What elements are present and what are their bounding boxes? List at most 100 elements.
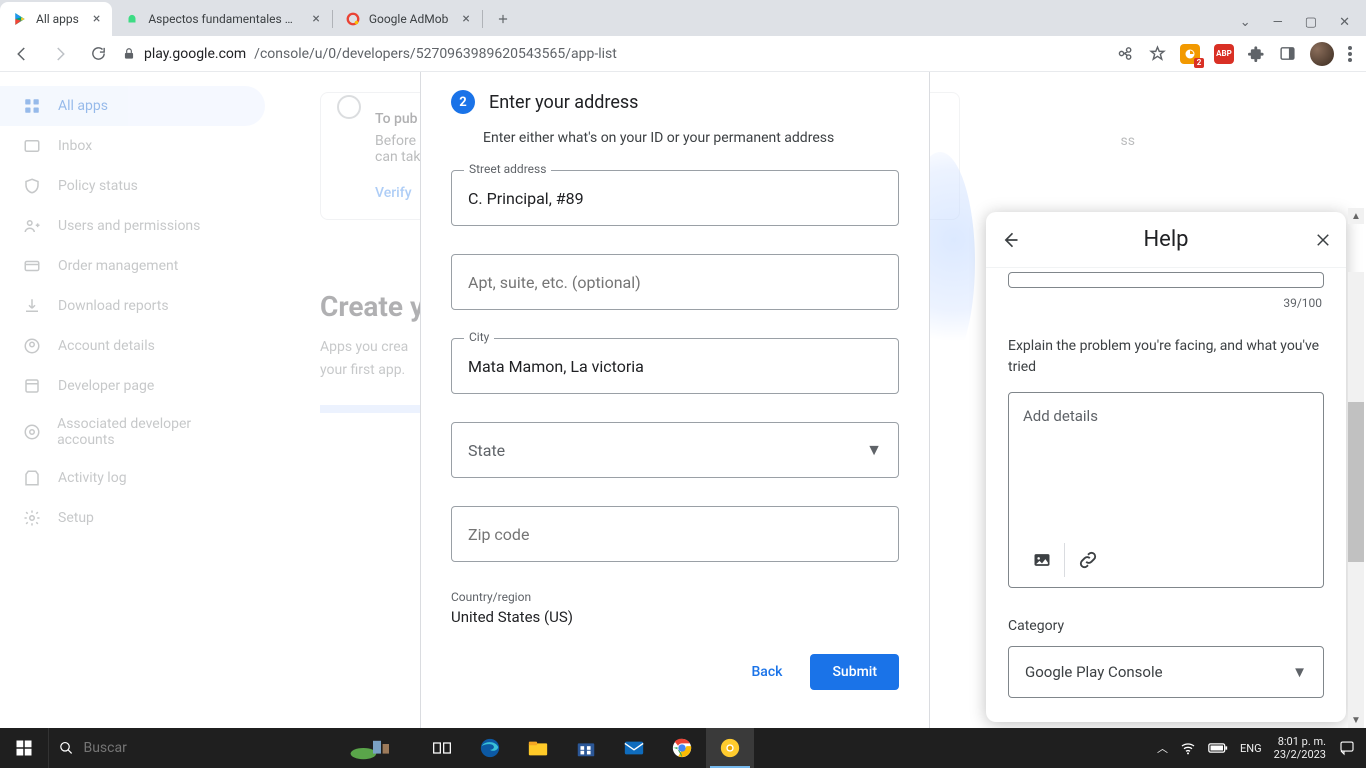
- bg-text: Before: [375, 133, 416, 149]
- zip-field[interactable]: [451, 506, 899, 562]
- bookmark-star-icon[interactable]: [1149, 45, 1166, 62]
- battery-icon[interactable]: [1208, 742, 1228, 754]
- street-label: Street address: [464, 162, 551, 176]
- progress-stub: [320, 405, 430, 413]
- chevron-down-icon: ▼: [866, 440, 882, 460]
- apt-input[interactable]: [468, 273, 882, 292]
- tab-close-icon[interactable]: ×: [93, 11, 100, 27]
- reload-button[interactable]: [84, 40, 112, 68]
- tab-admob[interactable]: Google AdMob ×: [333, 2, 482, 36]
- subject-input-cut[interactable]: [1008, 272, 1324, 288]
- taskbar-weather[interactable]: [328, 728, 418, 768]
- close-window-icon[interactable]: ✕: [1339, 15, 1350, 30]
- start-button[interactable]: [0, 728, 48, 768]
- taskbar-search[interactable]: [48, 728, 328, 768]
- tab-title: All apps: [36, 12, 79, 26]
- store-taskbar-icon[interactable]: [562, 728, 610, 768]
- sidebar-label: Associated developer accounts: [57, 416, 243, 448]
- new-tab-button[interactable]: [489, 5, 517, 33]
- tab-title: Google AdMob: [369, 12, 449, 26]
- sidebar-item-activity[interactable]: Activity log: [0, 458, 265, 498]
- edge-taskbar-icon[interactable]: [466, 728, 514, 768]
- help-close-button[interactable]: [1314, 231, 1332, 249]
- tray-chevron-icon[interactable]: ︿: [1157, 740, 1168, 756]
- dialog-step-title: Enter your address: [489, 92, 638, 113]
- sidebar-item-users[interactable]: Users and permissions: [0, 206, 265, 246]
- apps-icon: [22, 96, 42, 116]
- chrome-canary-taskbar-icon[interactable]: [706, 728, 754, 768]
- address-bar[interactable]: play.google.com/console/u/0/developers/5…: [122, 46, 617, 62]
- verify-link[interactable]: Verify: [375, 185, 412, 201]
- extensions-puzzle-icon[interactable]: [1248, 45, 1265, 62]
- taskbar-clock[interactable]: 8:01 p. m. 23/2/2023: [1274, 735, 1326, 761]
- sidebar-item-orders[interactable]: Order management: [0, 246, 265, 286]
- attach-link-button[interactable]: [1065, 543, 1111, 577]
- explorer-taskbar-icon[interactable]: [514, 728, 562, 768]
- sidebar-label: Policy status: [58, 178, 138, 194]
- scroll-down-arrow[interactable]: ▼: [1348, 712, 1364, 728]
- step-number-badge: 2: [451, 90, 475, 114]
- sidebar-item-all-apps[interactable]: All apps: [0, 86, 265, 126]
- scroll-up-arrow[interactable]: ▲: [1348, 208, 1364, 224]
- dialog-step-desc: Enter either what's on your ID or your p…: [483, 130, 899, 146]
- windows-taskbar: ︿ ENG 8:01 p. m. 23/2/2023: [0, 728, 1366, 768]
- bg-text: ss: [1121, 133, 1135, 149]
- maximize-icon[interactable]: ▢: [1305, 15, 1317, 30]
- sidebar-label: All apps: [58, 98, 108, 114]
- devpage-icon: [22, 376, 42, 396]
- attach-image-button[interactable]: [1019, 543, 1065, 577]
- share-icon[interactable]: [1118, 45, 1135, 62]
- sidebar-item-inbox[interactable]: Inbox: [0, 126, 265, 166]
- profile-avatar[interactable]: [1310, 42, 1334, 66]
- street-address-field[interactable]: Street address: [451, 170, 899, 226]
- chevron-down-icon[interactable]: ⌄: [1240, 15, 1251, 30]
- sidebar-item-account[interactable]: Account details: [0, 326, 265, 366]
- wifi-icon[interactable]: [1180, 740, 1196, 756]
- mail-taskbar-icon[interactable]: [610, 728, 658, 768]
- submit-button[interactable]: Submit: [810, 654, 899, 690]
- tab-close-icon[interactable]: ×: [312, 11, 319, 27]
- minimize-icon[interactable]: —: [1273, 15, 1283, 30]
- city-input[interactable]: [468, 357, 882, 376]
- side-panel-icon[interactable]: [1279, 45, 1296, 62]
- task-view-button[interactable]: [418, 728, 466, 768]
- admob-favicon: [345, 11, 361, 27]
- tab-all-apps[interactable]: All apps ×: [0, 2, 112, 36]
- page-scrollbar-thumb[interactable]: [1348, 402, 1364, 562]
- taskbar-date: 23/2/2023: [1274, 748, 1326, 761]
- sidebar-item-setup[interactable]: ▸ Setup: [0, 498, 265, 538]
- sidebar-item-policy[interactable]: Policy status: [0, 166, 265, 206]
- nav-back-button[interactable]: [8, 40, 36, 68]
- language-indicator[interactable]: ENG: [1240, 742, 1262, 755]
- notifications-icon[interactable]: [1338, 739, 1356, 757]
- account-icon: [22, 336, 42, 356]
- url-path: /console/u/0/developers/5270963989620543…: [254, 46, 617, 62]
- chrome-taskbar-icon[interactable]: [658, 728, 706, 768]
- sidebar-item-associated[interactable]: Associated developer accounts: [0, 406, 265, 458]
- sidebar-item-devpage[interactable]: Developer page: [0, 366, 265, 406]
- category-select[interactable]: Google Play Console ▼: [1008, 646, 1324, 698]
- zip-input[interactable]: [468, 525, 882, 544]
- tab-aspectos[interactable]: Aspectos fundamentales de la ap ×: [112, 2, 331, 36]
- tab-close-icon[interactable]: ×: [462, 11, 469, 27]
- activity-icon: [22, 468, 42, 488]
- chrome-menu-icon[interactable]: [1348, 46, 1352, 62]
- apt-field[interactable]: [451, 254, 899, 310]
- details-placeholder: Add details: [1009, 393, 1323, 533]
- street-address-input[interactable]: [468, 189, 882, 208]
- state-select[interactable]: State ▼: [451, 422, 899, 478]
- help-back-button[interactable]: [1000, 230, 1020, 250]
- tab-separator: [482, 10, 483, 28]
- details-textarea[interactable]: Add details: [1008, 392, 1324, 588]
- gear-icon: [22, 508, 42, 528]
- category-value: Google Play Console: [1025, 663, 1163, 681]
- city-field[interactable]: City: [451, 338, 899, 394]
- adblock-extension-icon[interactable]: ABP: [1214, 44, 1234, 64]
- back-button[interactable]: Back: [739, 656, 794, 688]
- nav-forward-button[interactable]: [46, 40, 74, 68]
- extension-icon-1[interactable]: 2: [1180, 44, 1200, 64]
- step-circle-bg: [337, 95, 361, 119]
- android-favicon: [124, 11, 140, 27]
- sidebar-item-download[interactable]: ▸ Download reports: [0, 286, 265, 326]
- taskbar-search-input[interactable]: [83, 740, 314, 756]
